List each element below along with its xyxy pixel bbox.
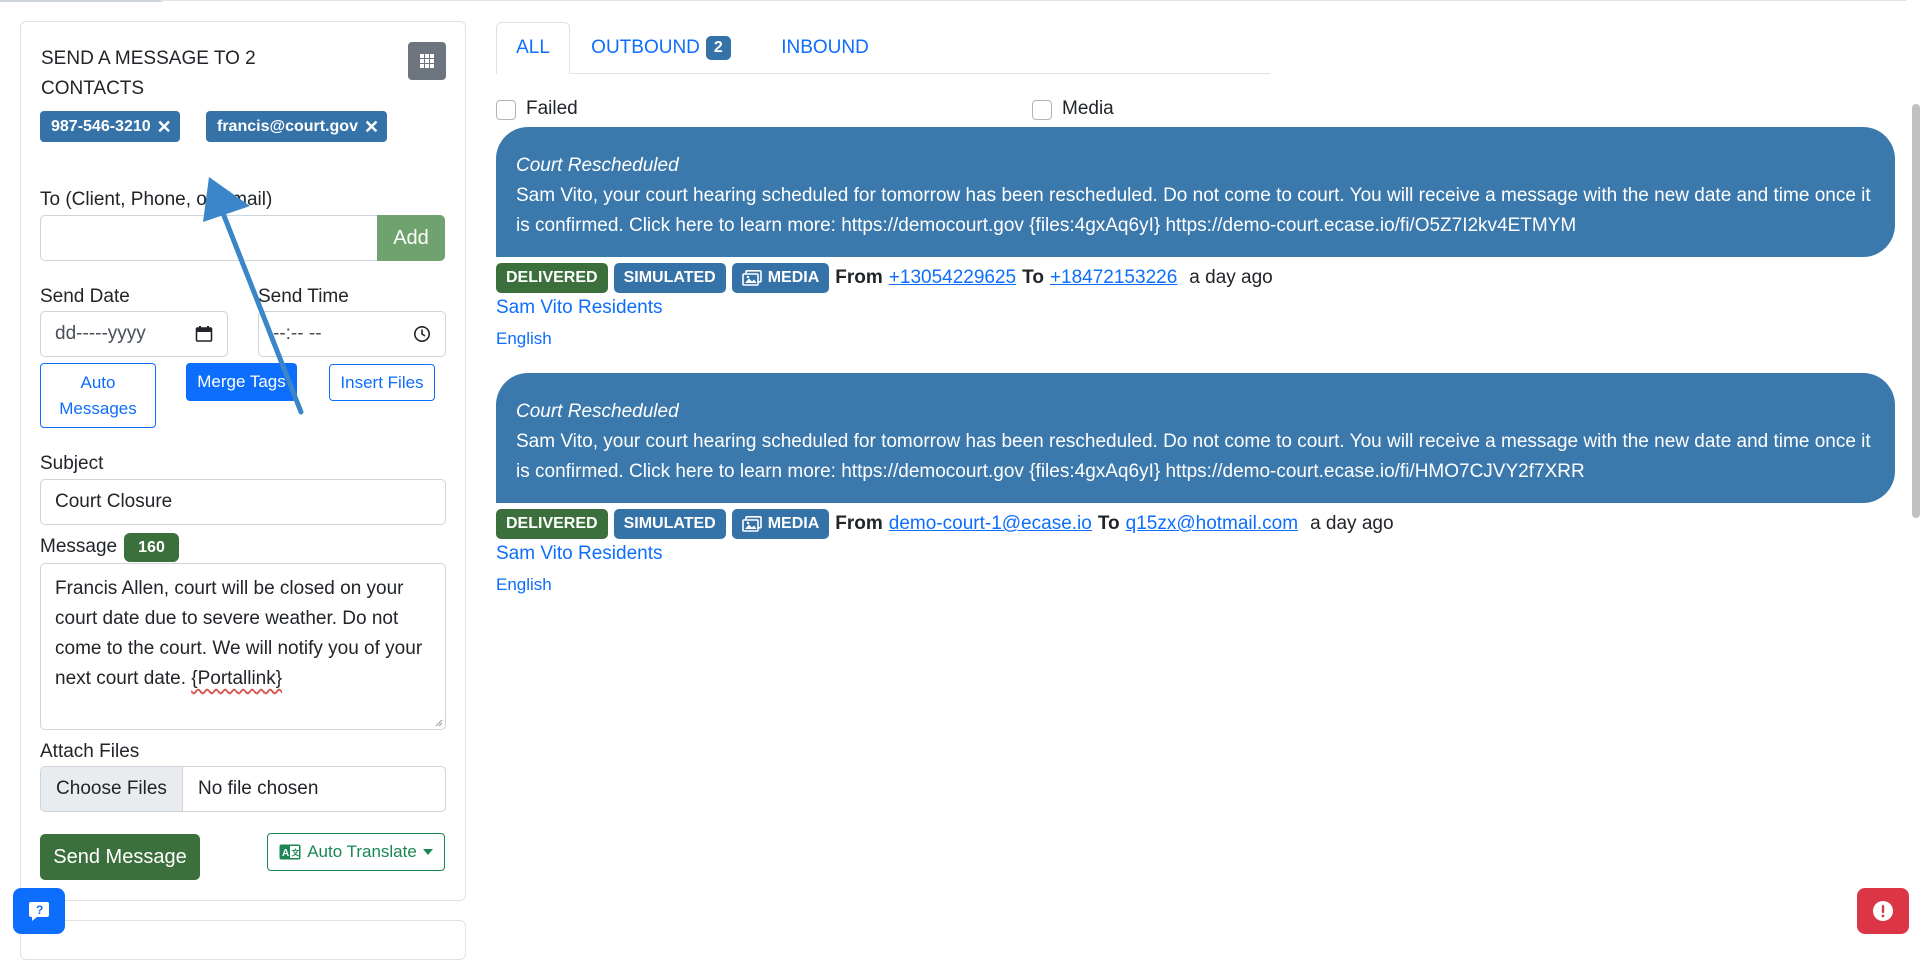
send-date-placeholder: dd-----yyyy: [55, 323, 146, 344]
to-label: To (Client, Phone, or Email): [40, 189, 273, 210]
clock-icon: [414, 326, 430, 342]
failed-checkbox[interactable]: [496, 100, 516, 120]
media-badge-label: MEDIA: [767, 269, 820, 286]
status-badge: DELIVERED: [496, 509, 608, 539]
tab-all-label: ALL: [516, 37, 550, 58]
recipient-chip: francis@court.gov ✕: [206, 111, 388, 142]
tab-outbound[interactable]: OUTBOUND 2: [581, 22, 741, 74]
media-filter-label: Media: [1062, 98, 1114, 119]
tab-all[interactable]: ALL: [496, 22, 570, 74]
remove-recipient-icon[interactable]: ✕: [364, 118, 379, 136]
images-icon: [741, 270, 762, 286]
message-group-link[interactable]: Sam Vito Residents: [496, 543, 663, 565]
media-checkbox[interactable]: [1032, 100, 1052, 120]
media-badge: MEDIA: [731, 509, 830, 539]
to-label: To: [1097, 513, 1120, 534]
tab-inbound[interactable]: INBOUND: [766, 22, 884, 74]
message-language-link[interactable]: English: [496, 575, 552, 595]
svg-text:文: 文: [292, 848, 301, 858]
recipient-chip-label: francis@court.gov: [217, 117, 358, 135]
to-input[interactable]: [40, 215, 380, 261]
failed-label: Failed: [526, 98, 578, 119]
tab-outbound-label: OUTBOUND: [591, 37, 700, 58]
message-textarea[interactable]: Francis Allen, court will be closed on y…: [40, 563, 446, 730]
message-subject: Court Rescheduled: [516, 401, 679, 422]
message-body: Sam Vito, your court hearing scheduled f…: [516, 185, 1871, 236]
attach-files-label: Attach Files: [40, 741, 140, 762]
images-icon: [741, 516, 762, 532]
auto-messages-button[interactable]: Auto Messages: [40, 363, 156, 428]
from-label: From: [835, 267, 883, 288]
caret-down-icon: [422, 849, 433, 855]
top-divider-active: [0, 0, 162, 2]
no-file-text: No file chosen: [198, 778, 319, 799]
subject-input[interactable]: Court Closure: [40, 479, 446, 525]
to-link[interactable]: +18472153226: [1050, 267, 1177, 289]
mode-badge: SIMULATED: [613, 509, 726, 539]
outbound-count-badge: 2: [705, 36, 731, 60]
file-input[interactable]: Choose Files No file chosen: [40, 766, 446, 812]
templates-grid-button[interactable]: [408, 42, 446, 80]
help-chat-icon: ?: [29, 902, 49, 921]
send-time-input[interactable]: --:-- --: [258, 311, 446, 357]
subject-label: Subject: [40, 453, 104, 474]
compose-title: SEND A MESSAGE TO 2 CONTACTS: [41, 48, 256, 99]
message-meta: DELIVERED SIMULATED MEDIA From +13054229…: [496, 263, 1273, 293]
mode-badge: SIMULATED: [613, 263, 726, 293]
scrollbar[interactable]: [1912, 104, 1920, 518]
auto-translate-dropdown[interactable]: A 文 Auto Translate: [267, 833, 445, 871]
resize-handle-icon[interactable]: [435, 719, 443, 727]
tab-inbound-label: INBOUND: [781, 37, 869, 58]
recipient-chip: 987-546-3210 ✕: [40, 111, 180, 142]
merge-tags-button[interactable]: Merge Tags: [186, 363, 297, 401]
message-meta: DELIVERED SIMULATED MEDIA From demo-cour…: [496, 509, 1394, 539]
auto-translate-label: Auto Translate: [307, 842, 417, 861]
character-count-badge: 160: [124, 533, 179, 562]
calendar-icon: [195, 326, 213, 342]
help-chat-button[interactable]: ?: [13, 888, 65, 934]
recipient-chip-label: 987-546-3210: [51, 117, 151, 135]
insert-files-button[interactable]: Insert Files: [329, 364, 435, 401]
choose-files-button[interactable]: Choose Files: [41, 767, 183, 811]
media-badge-label: MEDIA: [767, 515, 820, 532]
secondary-panel: [20, 920, 466, 960]
send-time-placeholder: --:-- --: [273, 323, 322, 344]
message-merge-tag: {Portallink}: [191, 668, 283, 689]
send-date-input[interactable]: dd-----yyyy: [40, 311, 228, 357]
status-badge: DELIVERED: [496, 263, 608, 293]
message-subject: Court Rescheduled: [516, 155, 679, 176]
message-bubble: Court Rescheduled Sam Vito, your court h…: [496, 373, 1895, 503]
message-time: a day ago: [1189, 267, 1273, 288]
message-group-link[interactable]: Sam Vito Residents: [496, 297, 663, 319]
to-link[interactable]: q15zx@hotmail.com: [1126, 513, 1298, 535]
from-label: From: [835, 513, 883, 534]
send-date-label: Send Date: [40, 286, 130, 307]
to-label: To: [1022, 267, 1044, 288]
grid-icon: [420, 54, 434, 68]
message-body: Sam Vito, your court hearing scheduled f…: [516, 431, 1871, 482]
message-time: a day ago: [1310, 513, 1394, 534]
remove-recipient-icon[interactable]: ✕: [157, 118, 172, 136]
alert-icon: [1873, 901, 1893, 921]
from-link[interactable]: +13054229625: [889, 267, 1016, 289]
from-link[interactable]: demo-court-1@ecase.io: [889, 513, 1092, 535]
svg-text:?: ?: [36, 903, 43, 917]
send-time-label: Send Time: [258, 286, 349, 307]
translate-icon: A 文: [279, 844, 301, 860]
message-label: Message: [40, 536, 118, 557]
media-badge: MEDIA: [731, 263, 830, 293]
svg-text:A: A: [282, 848, 289, 859]
message-language-link[interactable]: English: [496, 329, 552, 349]
send-message-button[interactable]: Send Message: [40, 834, 200, 880]
add-recipient-button[interactable]: Add: [377, 215, 445, 261]
alert-button[interactable]: [1857, 888, 1909, 934]
message-bubble: Court Rescheduled Sam Vito, your court h…: [496, 127, 1895, 257]
top-divider: [160, 0, 1906, 1]
